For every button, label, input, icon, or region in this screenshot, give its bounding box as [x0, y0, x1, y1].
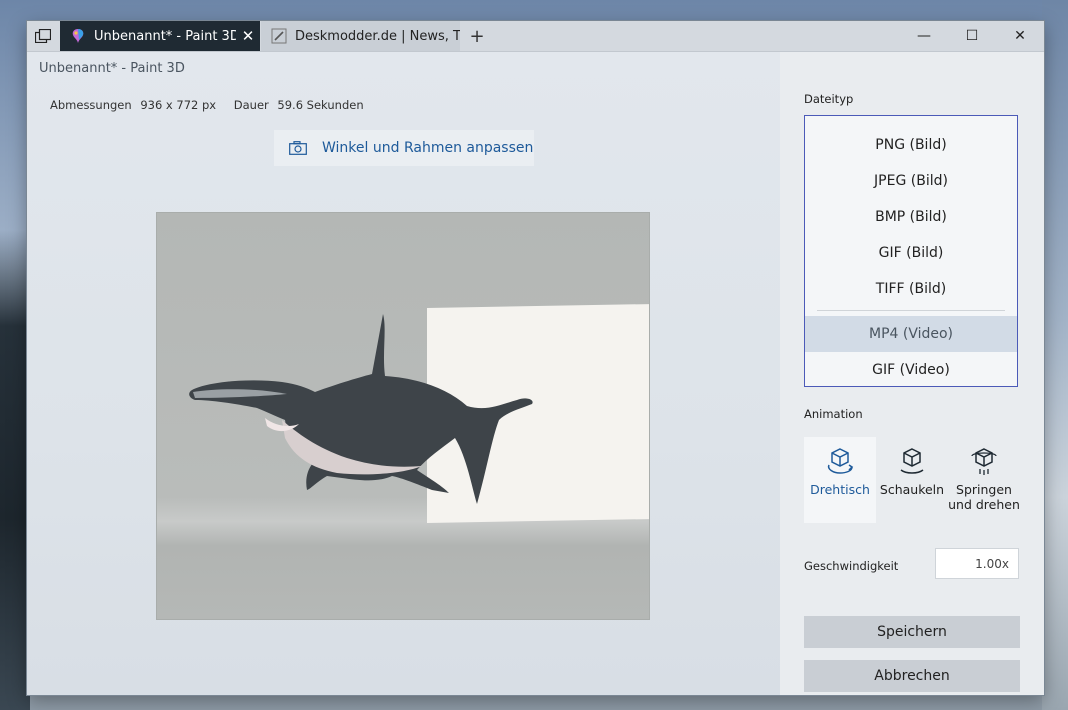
- desktop-background-trees: [0, 230, 30, 710]
- filetype-separator: [817, 310, 1005, 311]
- animation-rock-button[interactable]: Schaukeln: [876, 437, 948, 523]
- filetype-option-gif-image[interactable]: GIF (Bild): [805, 235, 1017, 271]
- tab-label: Unbenannt* - Paint 3D: [94, 28, 236, 44]
- rock-icon: [900, 448, 924, 474]
- filetype-option-png[interactable]: PNG (Bild): [805, 127, 1017, 163]
- animation-rock-label: Schaukeln: [879, 482, 945, 497]
- filetype-option-jpeg[interactable]: JPEG (Bild): [805, 163, 1017, 199]
- speed-label: Geschwindigkeit: [804, 559, 899, 573]
- preview-canvas: [156, 212, 650, 620]
- jump-spin-icon: [971, 448, 997, 475]
- animation-turntable-label: Drehtisch: [810, 482, 870, 497]
- animation-jump-spin-label-line2: und drehen: [948, 497, 1020, 512]
- dimensions-info: Abmessungen 936 x 772 px Dauer 59.6 Seku…: [50, 98, 369, 112]
- window-controls: — ☐ ✕: [900, 21, 1044, 51]
- brush-icon: [271, 28, 287, 44]
- adjust-angle-button[interactable]: Winkel und Rahmen anpassen: [274, 130, 534, 166]
- export-settings-panel: Dateityp PNG (Bild) JPEG (Bild) BMP (Bil…: [780, 52, 1044, 695]
- close-button[interactable]: ✕: [996, 21, 1044, 51]
- export-preview-area: Unbenannt* - Paint 3D Abmessungen 936 x …: [27, 52, 780, 695]
- tab-overview-button[interactable]: [27, 21, 59, 51]
- title-bar: Unbenannt* - Paint 3D ✕ Deskmodder.de | …: [27, 21, 1044, 52]
- filetype-option-gif-video[interactable]: GIF (Video): [805, 352, 1017, 388]
- cancel-button[interactable]: Abbrechen: [804, 660, 1020, 692]
- camera-icon: [289, 141, 307, 155]
- tab-close-icon[interactable]: ✕: [236, 27, 260, 45]
- new-tab-button[interactable]: +: [462, 21, 492, 51]
- tab-deskmodder[interactable]: Deskmodder.de | News, Tipps: [261, 21, 460, 51]
- animation-label: Animation: [804, 407, 863, 421]
- tab-label: Deskmodder.de | News, Tipps: [295, 28, 460, 44]
- tab-overview-icon: [35, 29, 51, 43]
- minimize-button[interactable]: —: [900, 21, 948, 51]
- animation-jump-spin-label-line1: Springen: [956, 482, 1012, 497]
- animation-turntable-button[interactable]: Drehtisch: [804, 437, 876, 523]
- hammerhead-shark-model: [189, 314, 533, 504]
- app-title: Unbenannt* - Paint 3D: [39, 61, 185, 76]
- duration-value: 59.6 Sekunden: [277, 98, 364, 112]
- paint3d-icon: [72, 29, 84, 43]
- speed-input[interactable]: 1.00x: [935, 548, 1019, 579]
- turntable-icon: [827, 448, 854, 474]
- filetype-option-mp4[interactable]: MP4 (Video): [805, 316, 1017, 352]
- maximize-button[interactable]: ☐: [948, 21, 996, 51]
- duration-label: Dauer: [233, 98, 269, 112]
- dimensions-value: 936 x 772 px: [140, 98, 217, 112]
- paint3d-window: Unbenannt* - Paint 3D ✕ Deskmodder.de | …: [27, 21, 1044, 695]
- save-button[interactable]: Speichern: [804, 616, 1020, 648]
- adjust-angle-label: Winkel und Rahmen anpassen: [322, 140, 534, 156]
- tab-paint3d[interactable]: Unbenannt* - Paint 3D ✕: [60, 21, 260, 51]
- animation-jump-spin-button[interactable]: Springen und drehen: [948, 437, 1020, 523]
- dimensions-label: Abmessungen: [50, 98, 132, 112]
- desktop-background-edge: [1042, 0, 1068, 710]
- filetype-label: Dateityp: [804, 92, 854, 106]
- filetype-option-bmp[interactable]: BMP (Bild): [805, 199, 1017, 235]
- filetype-option-tiff[interactable]: TIFF (Bild): [805, 271, 1017, 307]
- filetype-dropdown-list[interactable]: PNG (Bild) JPEG (Bild) BMP (Bild) GIF (B…: [804, 115, 1018, 387]
